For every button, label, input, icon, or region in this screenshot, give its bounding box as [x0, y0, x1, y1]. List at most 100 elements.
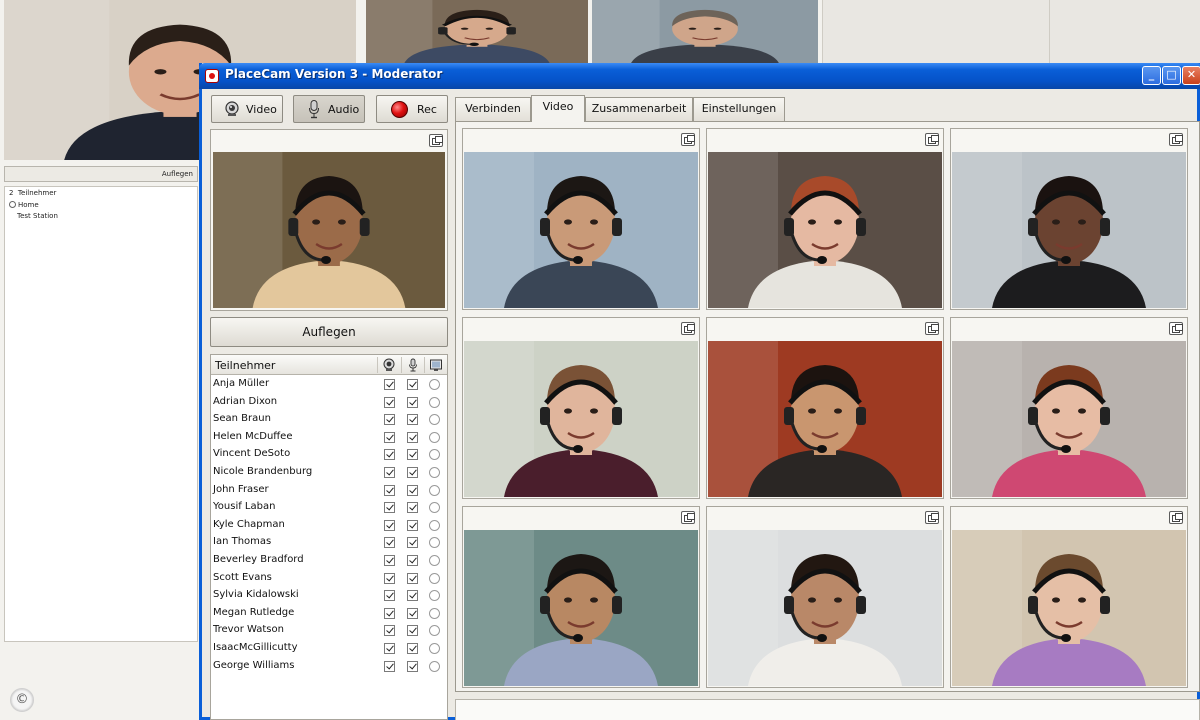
- hangup-button[interactable]: Auflegen: [210, 317, 448, 347]
- participant-row[interactable]: John Fraser: [211, 482, 447, 499]
- participant-row[interactable]: Anja Müller: [211, 376, 447, 393]
- participant-row[interactable]: Megan Rutledge: [211, 605, 447, 622]
- audio-checkbox[interactable]: [407, 396, 418, 408]
- video-checkbox[interactable]: [384, 396, 395, 408]
- tree-item-test-station[interactable]: Test Station: [17, 212, 58, 220]
- presenter-radio[interactable]: [429, 537, 440, 549]
- audio-checkbox[interactable]: [407, 660, 418, 672]
- audio-checkbox[interactable]: [407, 537, 418, 549]
- detach-window-icon[interactable]: [925, 511, 939, 524]
- maximize-button[interactable]: □: [1162, 66, 1181, 85]
- background-hangup-button[interactable]: Auflegen: [4, 166, 198, 182]
- video-tile[interactable]: [462, 128, 700, 310]
- close-button[interactable]: ✕: [1182, 66, 1200, 85]
- presenter-radio[interactable]: [429, 519, 440, 531]
- video-checkbox[interactable]: [384, 572, 395, 584]
- participant-row[interactable]: Sean Braun: [211, 411, 447, 428]
- video-toggle-button[interactable]: Video: [211, 95, 283, 123]
- video-checkbox[interactable]: [384, 431, 395, 443]
- audio-checkbox[interactable]: [407, 607, 418, 619]
- audio-checkbox[interactable]: [407, 555, 418, 566]
- audio-checkbox[interactable]: [407, 519, 418, 531]
- tab-verbinden[interactable]: Verbinden: [455, 97, 531, 121]
- detach-window-icon[interactable]: [925, 322, 939, 335]
- audio-checkbox[interactable]: [407, 625, 418, 637]
- audio-checkbox[interactable]: [407, 467, 418, 478]
- audio-checkbox[interactable]: [407, 484, 418, 496]
- minimize-button[interactable]: _: [1142, 66, 1161, 85]
- presenter-radio[interactable]: [429, 660, 440, 672]
- audio-checkbox[interactable]: [407, 449, 418, 461]
- video-tile[interactable]: [950, 128, 1188, 310]
- screen-icon[interactable]: [429, 358, 443, 372]
- presenter-radio[interactable]: [429, 607, 440, 619]
- audio-toggle-button[interactable]: Audio: [293, 95, 365, 123]
- audio-checkbox[interactable]: [407, 431, 418, 443]
- presenter-radio[interactable]: [429, 625, 440, 637]
- record-button[interactable]: Rec: [376, 95, 448, 123]
- column-header-name[interactable]: Teilnehmer: [215, 359, 275, 372]
- video-checkbox[interactable]: [384, 414, 395, 426]
- presenter-radio[interactable]: [429, 379, 440, 390]
- presenter-radio[interactable]: [429, 572, 440, 584]
- audio-checkbox[interactable]: [407, 572, 418, 584]
- tree-item-home[interactable]: Home: [9, 201, 39, 209]
- presenter-radio[interactable]: [429, 555, 440, 566]
- video-checkbox[interactable]: [384, 467, 395, 478]
- audio-checkbox[interactable]: [407, 414, 418, 426]
- video-tile[interactable]: [950, 317, 1188, 499]
- app-icon[interactable]: [205, 69, 219, 83]
- participant-row[interactable]: Vincent DeSoto: [211, 446, 447, 463]
- video-checkbox[interactable]: [384, 555, 395, 566]
- participant-row[interactable]: Ian Thomas: [211, 534, 447, 551]
- title-bar[interactable]: PlaceCam Version 3 - Moderator _ □ ✕: [199, 63, 1200, 89]
- camera-icon[interactable]: [382, 358, 396, 372]
- presenter-radio[interactable]: [429, 467, 440, 478]
- participant-row[interactable]: Nicole Brandenburg: [211, 464, 447, 481]
- video-tile[interactable]: [706, 317, 944, 499]
- detach-window-icon[interactable]: [681, 322, 695, 335]
- tab-video[interactable]: Video: [531, 95, 585, 122]
- video-checkbox[interactable]: [384, 484, 395, 496]
- video-checkbox[interactable]: [384, 643, 395, 654]
- participant-row[interactable]: Trevor Watson: [211, 622, 447, 639]
- participant-row[interactable]: Kyle Chapman: [211, 517, 447, 534]
- detach-window-icon[interactable]: [1169, 133, 1183, 146]
- presenter-radio[interactable]: [429, 449, 440, 461]
- audio-checkbox[interactable]: [407, 590, 418, 602]
- video-checkbox[interactable]: [384, 449, 395, 461]
- participant-row[interactable]: Adrian Dixon: [211, 394, 447, 411]
- video-checkbox[interactable]: [384, 607, 395, 619]
- video-checkbox[interactable]: [384, 537, 395, 549]
- video-checkbox[interactable]: [384, 502, 395, 514]
- participant-row[interactable]: Sylvia Kidalowski: [211, 587, 447, 604]
- detach-window-icon[interactable]: [1169, 322, 1183, 335]
- detach-window-icon[interactable]: [681, 133, 695, 146]
- presenter-radio[interactable]: [429, 484, 440, 496]
- presenter-radio[interactable]: [429, 590, 440, 602]
- video-checkbox[interactable]: [384, 625, 395, 637]
- video-tile[interactable]: [462, 506, 700, 688]
- tab-zusammenarbeit[interactable]: Zusammenarbeit: [585, 97, 693, 121]
- participant-row[interactable]: IsaacMcGillicutty: [211, 640, 447, 657]
- video-tile[interactable]: [950, 506, 1188, 688]
- participant-row[interactable]: George Williams: [211, 658, 447, 675]
- video-tile[interactable]: [462, 317, 700, 499]
- microphone-icon[interactable]: [406, 358, 420, 372]
- detach-window-icon[interactable]: [681, 511, 695, 524]
- participant-row[interactable]: Scott Evans: [211, 570, 447, 587]
- detach-window-icon[interactable]: [429, 134, 443, 147]
- video-checkbox[interactable]: [384, 379, 395, 390]
- audio-checkbox[interactable]: [407, 379, 418, 390]
- detach-window-icon[interactable]: [1169, 511, 1183, 524]
- participant-row[interactable]: Yousif Laban: [211, 499, 447, 516]
- presenter-radio[interactable]: [429, 414, 440, 426]
- audio-checkbox[interactable]: [407, 643, 418, 654]
- video-checkbox[interactable]: [384, 519, 395, 531]
- audio-checkbox[interactable]: [407, 502, 418, 514]
- video-tile[interactable]: [706, 506, 944, 688]
- presenter-radio[interactable]: [429, 502, 440, 514]
- presenter-radio[interactable]: [429, 643, 440, 654]
- participant-row[interactable]: Helen McDuffee: [211, 429, 447, 446]
- presenter-radio[interactable]: [429, 431, 440, 443]
